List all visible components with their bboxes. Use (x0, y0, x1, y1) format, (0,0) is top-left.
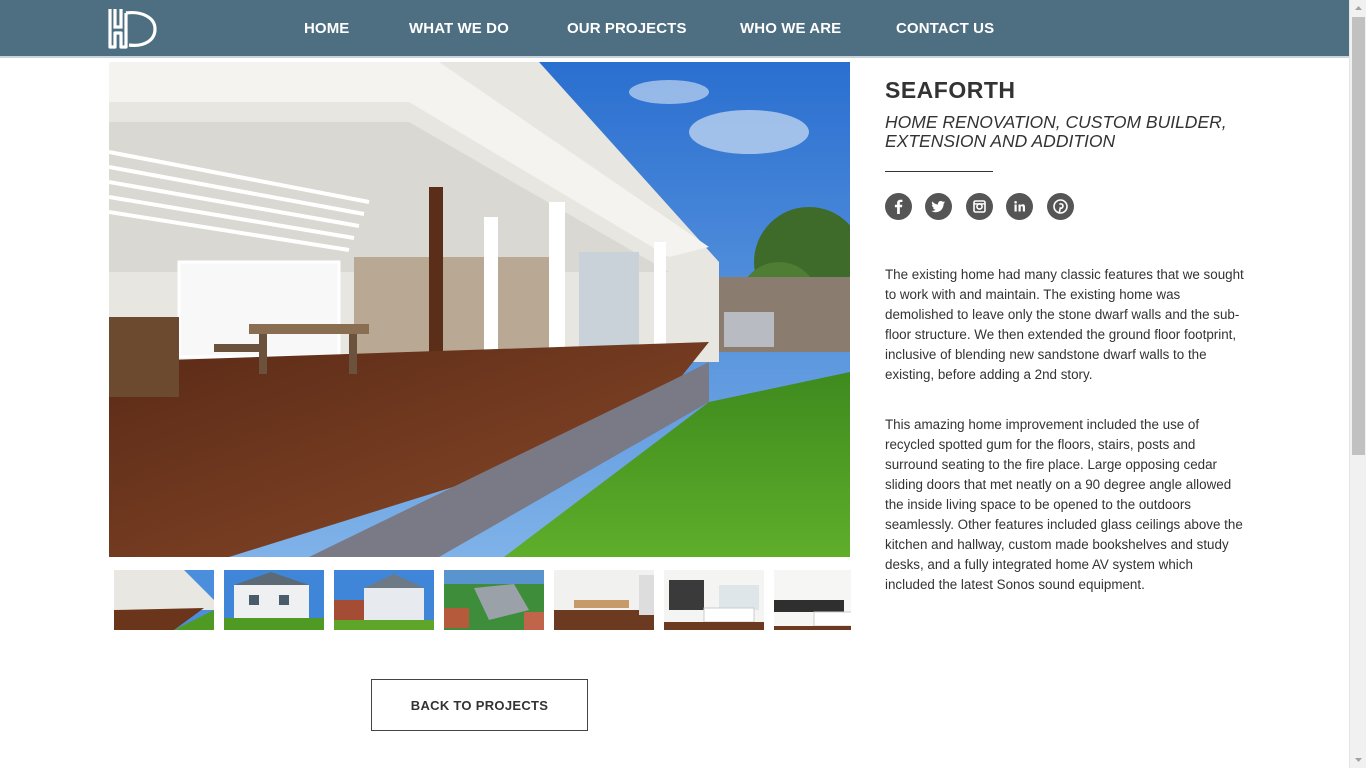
facebook-icon[interactable] (885, 193, 912, 220)
site-header: HOME WHAT WE DO OUR PROJECTS WHO WE ARE … (0, 0, 1349, 58)
page-scrollbar[interactable] (1349, 0, 1366, 768)
thumbnail-4[interactable] (444, 570, 544, 630)
linkedin-icon[interactable] (1006, 193, 1033, 220)
scroll-up-arrow-icon[interactable] (1350, 0, 1366, 17)
instagram-icon[interactable] (966, 193, 993, 220)
thumbnail-1[interactable] (114, 570, 214, 630)
divider (885, 171, 993, 172)
project-description-1: The existing home had many classic featu… (885, 267, 1244, 382)
nav-what-we-do[interactable]: WHAT WE DO (409, 20, 509, 37)
nav-contact-us[interactable]: CONTACT US (896, 20, 994, 37)
thumbnail-6[interactable] (664, 570, 764, 630)
main-project-image (109, 62, 850, 557)
back-to-projects-button[interactable]: BACK TO PROJECTS (371, 679, 588, 731)
thumbnail-5[interactable] (554, 570, 654, 630)
pinterest-icon[interactable] (1047, 193, 1074, 220)
scroll-down-arrow-icon[interactable] (1350, 751, 1366, 768)
project-description-2: This amazing home improvement included t… (885, 417, 1243, 592)
thumbnail-3[interactable] (334, 570, 434, 630)
nav-home[interactable]: HOME (304, 20, 349, 37)
project-subtitle: HOME RENOVATION, CUSTOM BUILDER, EXTENSI… (885, 112, 1227, 151)
scroll-thumb[interactable] (1352, 17, 1365, 455)
thumbnail-7[interactable] (774, 570, 851, 630)
thumbnail-gallery (114, 570, 851, 630)
nav-who-we-are[interactable]: WHO WE ARE (740, 20, 841, 37)
twitter-icon[interactable] (925, 193, 952, 220)
nav-our-projects[interactable]: OUR PROJECTS (567, 20, 687, 37)
main-nav: HOME WHAT WE DO OUR PROJECTS WHO WE ARE … (0, 0, 1349, 58)
thumbnail-2[interactable] (224, 570, 324, 630)
project-title: SEAFORTH (885, 77, 1016, 103)
